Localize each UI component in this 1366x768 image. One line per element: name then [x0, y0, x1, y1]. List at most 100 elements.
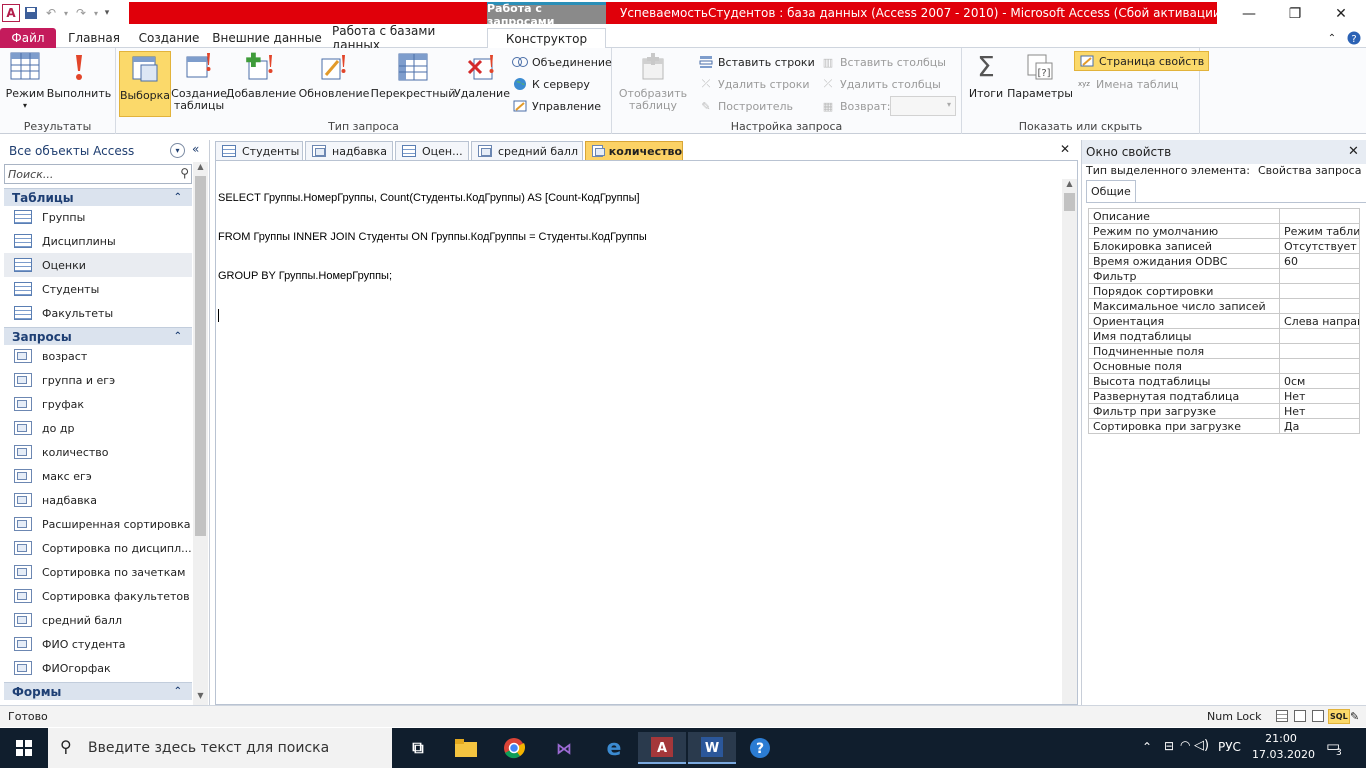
datasheet-view-icon[interactable] [1276, 710, 1288, 722]
close-icon[interactable]: ✕ [1348, 144, 1359, 159]
tab-create[interactable]: Создание [134, 28, 204, 48]
nav-item-query[interactable]: макс егэ [4, 464, 192, 488]
nav-section-queries[interactable]: Запросы ⌃ [4, 327, 192, 345]
property-row[interactable]: Высота подтаблицы 0см [1088, 373, 1360, 389]
insert-rows-button[interactable]: Вставить строки [698, 52, 815, 72]
design-view-icon[interactable]: ✎ [1350, 710, 1359, 723]
delete-columns-button[interactable]: ⤫ Удалить столбцы [820, 74, 941, 94]
property-row[interactable]: Имя подтаблицы [1088, 328, 1360, 344]
close-button[interactable]: ✕ [1318, 0, 1364, 28]
property-row[interactable]: Блокировка записей Отсутствует [1088, 238, 1360, 254]
doc-tab[interactable]: надбавка [305, 141, 393, 160]
doc-tab[interactable]: Студенты [215, 141, 303, 160]
scroll-up-icon[interactable]: ▲ [1062, 179, 1077, 193]
property-value[interactable]: Отсутствует [1279, 238, 1360, 254]
tab-database-tools[interactable]: Работа с базами данных [332, 24, 480, 52]
nav-item-query[interactable]: ФИО студента [4, 632, 192, 656]
property-row[interactable]: Время ожидания ODBC 60 [1088, 253, 1360, 269]
parameters-button[interactable]: [?] Параметры [1007, 50, 1073, 116]
totals-button[interactable]: Σ Итоги [966, 50, 1006, 116]
scroll-down-icon[interactable]: ▼ [193, 691, 208, 705]
nav-collapse-icon[interactable]: « [192, 142, 199, 156]
nav-item-query[interactable]: надбавка [4, 488, 192, 512]
select-query-button[interactable]: Выборка [119, 51, 171, 117]
property-value[interactable]: Да [1279, 418, 1360, 434]
taskbar-search-input[interactable]: ⚲ Введите здесь текст для поиска [48, 728, 392, 768]
crosstab-query-button[interactable]: Перекрестный [371, 50, 455, 116]
sql-editor[interactable]: SELECT Группы.НомерГруппы, Count(Студент… [215, 160, 1078, 705]
tray-chevron-icon[interactable]: ⌃ [1142, 740, 1152, 754]
editor-scrollbar[interactable]: ▲ [1062, 179, 1077, 704]
property-value[interactable]: Режим таблиц [1279, 223, 1360, 239]
property-value[interactable] [1279, 283, 1360, 299]
property-row[interactable]: ОриентацияСлева направо [1088, 313, 1360, 329]
help-chevron-icon[interactable]: ⌃ [1322, 28, 1342, 48]
doc-tab[interactable]: Оцен... [395, 141, 469, 160]
start-button[interactable] [0, 728, 48, 768]
data-definition-button[interactable]: Управление [512, 96, 601, 116]
nav-menu-icon[interactable]: ▾ [170, 143, 185, 158]
property-row[interactable]: Развернутая подтаблица Нет [1088, 388, 1360, 404]
pivotchart-view-icon[interactable] [1312, 710, 1324, 722]
help-icon[interactable]: ? [1344, 28, 1364, 48]
pivottable-view-icon[interactable] [1294, 710, 1306, 722]
scroll-up-icon[interactable]: ▲ [193, 162, 208, 176]
nav-item-query[interactable]: ФИОгорфак [4, 656, 192, 680]
nav-item-table[interactable]: Группы [4, 205, 192, 229]
nav-item-table[interactable]: Дисциплины [4, 229, 192, 253]
insert-columns-button[interactable]: ▥ Вставить столбцы [820, 52, 946, 72]
builder-button[interactable]: ✎ Построитель [698, 96, 793, 116]
property-value[interactable] [1279, 328, 1360, 344]
property-row[interactable]: Описание [1088, 208, 1360, 224]
property-row[interactable]: Подчиненные поля [1088, 343, 1360, 359]
nav-search-input[interactable]: Поиск... ⚲ [4, 164, 192, 184]
language-indicator[interactable]: РУС [1218, 740, 1241, 754]
search-icon[interactable]: ⚲ [180, 166, 189, 180]
nav-item-query[interactable]: средний балл [4, 608, 192, 632]
nav-item-query[interactable]: возраст [4, 344, 192, 368]
view-button[interactable]: Режим ▾ [4, 50, 46, 116]
customize-qat-icon[interactable]: ▾ [102, 4, 112, 22]
chrome-icon[interactable] [490, 732, 538, 764]
property-value[interactable]: Нет [1279, 388, 1360, 404]
property-row[interactable]: Порядок сортировки [1088, 283, 1360, 299]
restore-button[interactable]: ❐ [1272, 0, 1318, 28]
nav-item-query[interactable]: Расширенная сортировка [4, 512, 192, 536]
access-app-icon[interactable]: A [2, 4, 20, 22]
redo-dropdown-icon[interactable]: ▾ [92, 4, 100, 22]
nav-item-query[interactable]: количество [4, 440, 192, 464]
property-row[interactable]: Сортировка при загрузке Да [1088, 418, 1360, 434]
wifi-icon[interactable]: ◠ [1180, 738, 1190, 752]
scroll-thumb[interactable] [195, 176, 206, 536]
property-row[interactable]: Режим по умолчанию Режим таблиц [1088, 223, 1360, 239]
property-value[interactable]: Слева направо [1279, 313, 1360, 329]
undo-dropdown-icon[interactable]: ▾ [62, 4, 70, 22]
run-button[interactable]: Выполнить [47, 50, 111, 116]
show-table-button[interactable]: Отобразить таблицу [616, 50, 690, 116]
nav-header[interactable]: Все объекты Access ▾ « [4, 140, 199, 162]
tab-design[interactable]: Конструктор [487, 28, 606, 49]
property-value[interactable]: 0см [1279, 373, 1360, 389]
property-value[interactable] [1279, 208, 1360, 224]
scroll-thumb[interactable] [1064, 193, 1075, 211]
clock[interactable]: 21:00 17.03.2020 [1252, 731, 1315, 763]
nav-section-tables[interactable]: Таблицы ⌃ [4, 188, 192, 206]
property-row[interactable]: Фильтр [1088, 268, 1360, 284]
table-names-button[interactable]: xyz Имена таблиц [1076, 74, 1178, 94]
property-value[interactable] [1279, 268, 1360, 284]
doc-tab[interactable]: средний балл [471, 141, 583, 160]
nav-item-query[interactable]: Сортировка по зачеткам [4, 560, 192, 584]
nav-section-forms[interactable]: Формы ⌃ [4, 682, 192, 700]
nav-item-query[interactable]: груфак [4, 392, 192, 416]
property-value[interactable]: Нет [1279, 403, 1360, 419]
volume-icon[interactable]: ◁) [1194, 738, 1209, 753]
nav-item-table[interactable]: Факультеты [4, 301, 192, 325]
property-row[interactable]: Фильтр при загрузке Нет [1088, 403, 1360, 419]
tab-external-data[interactable]: Внешние данные [212, 28, 322, 48]
redo-icon[interactable]: ↷ [72, 4, 90, 22]
undo-icon[interactable]: ↶ [42, 4, 60, 22]
nav-scrollbar[interactable]: ▲ ▼ [193, 162, 208, 705]
pass-through-button[interactable]: К серверу [512, 74, 590, 94]
network-icon[interactable]: ⊟ [1164, 739, 1174, 753]
doc-tab-active[interactable]: количество [585, 141, 683, 160]
